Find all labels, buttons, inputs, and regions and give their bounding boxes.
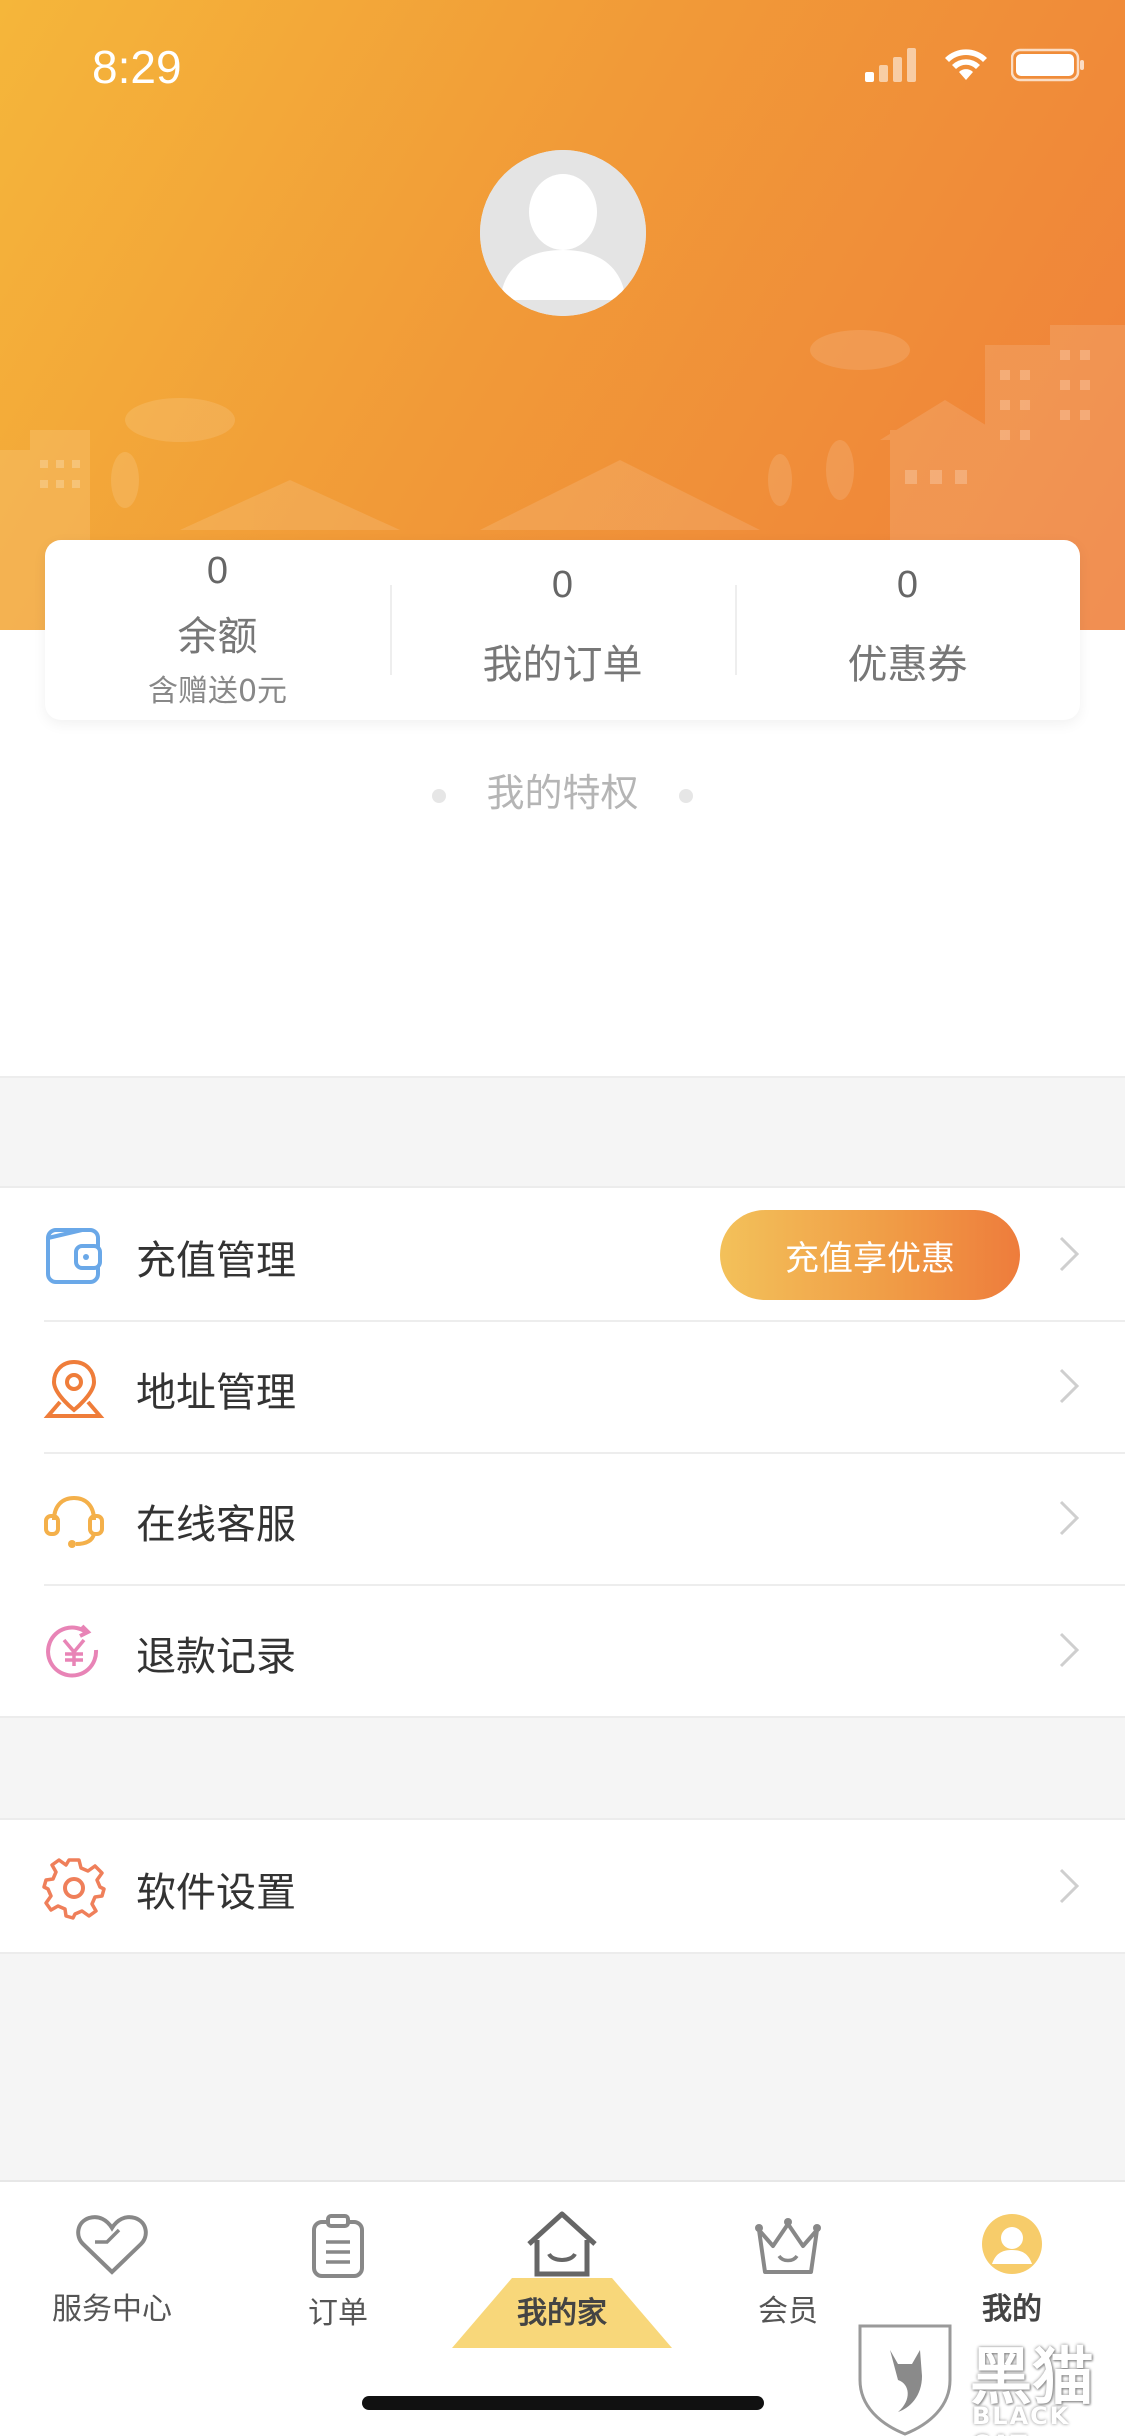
menu-label-refund: 退款记录: [136, 1634, 296, 1680]
crown-icon: [755, 2218, 821, 2274]
watermark-subtitle: BLACK CAT: [972, 2402, 1071, 2436]
tab-label-service-center: 服务中心: [52, 2292, 172, 2327]
tab-my-home[interactable]: 我的家: [472, 2210, 652, 2332]
privilege-label: 我的特权: [486, 771, 639, 815]
menu-group-account: 充值管理 充值享优惠 地址管理 在线客服 退款记录: [0, 1186, 1125, 1718]
profile-icon: [982, 2214, 1042, 2274]
menu-item-refund[interactable]: 退款记录: [0, 1584, 1125, 1716]
privilege-section-title: 我的特权: [0, 762, 1125, 817]
menu-label-settings: 软件设置: [136, 1870, 296, 1916]
status-time: 8:29: [92, 41, 182, 93]
recharge-promo-button[interactable]: 充值享优惠: [720, 1210, 1020, 1300]
tab-member[interactable]: 会员: [698, 2216, 878, 2330]
wallet-icon: [46, 1228, 102, 1284]
orders-label: 我的订单: [482, 642, 643, 688]
menu-label-address: 地址管理: [136, 1370, 296, 1416]
coupons-stat[interactable]: 0 优惠券: [735, 540, 1080, 720]
menu-label-support: 在线客服: [136, 1502, 296, 1548]
gear-icon: [42, 1858, 106, 1920]
tab-mine[interactable]: 我的: [922, 2212, 1102, 2328]
house-icon: [527, 2211, 597, 2277]
wifi-icon: [945, 49, 987, 80]
black-cat-shield-icon: [858, 2324, 952, 2436]
status-bar: 8:29: [0, 0, 1125, 132]
tab-service-center[interactable]: 服务中心: [22, 2212, 202, 2328]
chevron-right-icon: [1059, 1236, 1080, 1272]
chevron-right-icon: [1059, 1368, 1080, 1404]
refund-yen-icon: [46, 1624, 99, 1678]
home-indicator[interactable]: [362, 2396, 764, 2410]
balance-sub: 含赠送0元: [147, 674, 288, 709]
coupons-value: 0: [896, 564, 919, 606]
signal-icon: [865, 48, 916, 82]
black-cat-watermark: 黑猫 BLACK CAT: [850, 2320, 1125, 2436]
decor-dot-right: [678, 788, 693, 803]
battery-icon: [1011, 48, 1084, 82]
tab-label-my-home: 我的家: [517, 2296, 607, 2331]
chevron-right-icon: [1059, 1500, 1080, 1536]
avatar[interactable]: [480, 150, 646, 316]
menu-item-recharge[interactable]: 充值管理 充值享优惠: [0, 1188, 1125, 1320]
balance-label: 余额: [177, 614, 258, 660]
tab-label-orders: 订单: [308, 2296, 368, 2331]
orders-value: 0: [551, 564, 574, 606]
clipboard-icon: [312, 2214, 364, 2278]
decor-dot-left: [432, 788, 447, 803]
headset-icon: [44, 1495, 104, 1548]
balance-stat[interactable]: 0 余额 含赠送0元: [45, 540, 390, 720]
menu-item-address[interactable]: 地址管理: [0, 1320, 1125, 1452]
chevron-right-icon: [1059, 1632, 1080, 1668]
menu-group-settings: 软件设置: [0, 1818, 1125, 1954]
balance-value: 0: [206, 550, 229, 592]
coupons-label: 优惠券: [847, 642, 968, 688]
menu-label-recharge: 充值管理: [136, 1238, 296, 1284]
menu-item-settings[interactable]: 软件设置: [0, 1820, 1125, 1952]
orders-stat[interactable]: 0 我的订单: [390, 540, 735, 720]
menu-item-support[interactable]: 在线客服: [0, 1452, 1125, 1584]
heart-icon: [76, 2215, 148, 2275]
avatar-placeholder-icon: [480, 150, 646, 316]
stats-card: 0 余额 含赠送0元 0 我的订单 0 优惠券: [45, 540, 1080, 720]
profile-header: 8:29: [0, 0, 1125, 630]
chevron-right-icon: [1059, 1868, 1080, 1904]
tab-orders[interactable]: 订单: [248, 2214, 428, 2332]
location-pin-icon: [43, 1359, 105, 1418]
status-icons: [865, 48, 1085, 82]
